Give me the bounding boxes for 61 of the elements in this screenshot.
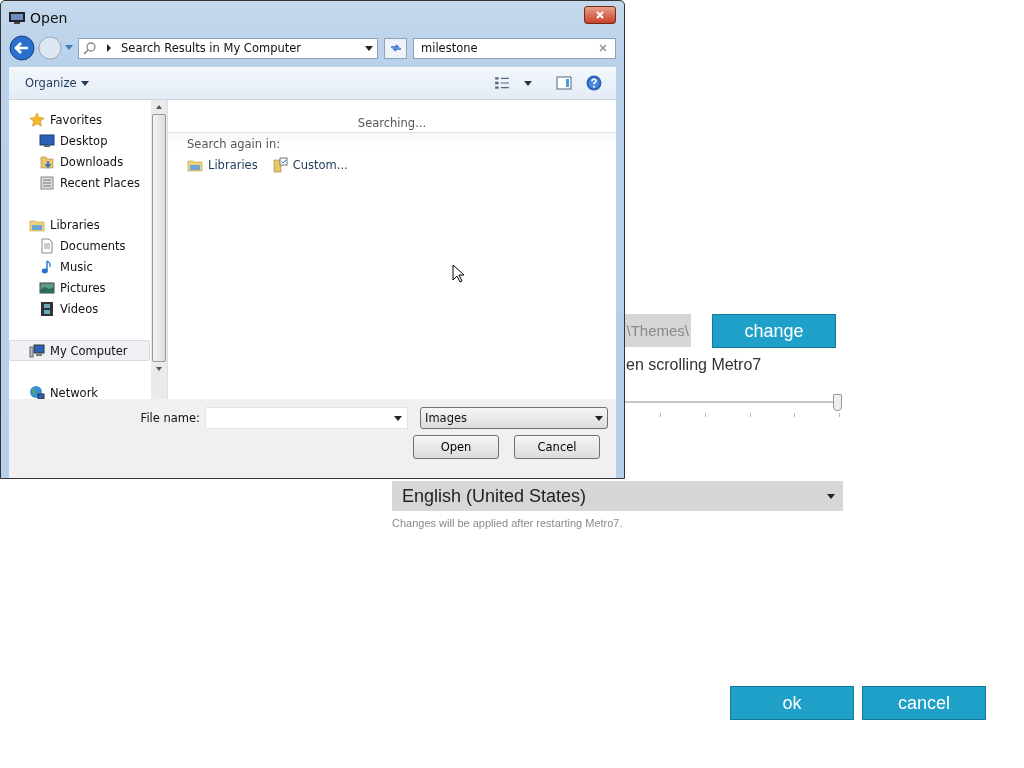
address-bar[interactable]: Search Results in My Computer xyxy=(78,37,378,59)
slider-thumb[interactable] xyxy=(832,394,842,411)
window-title: Open xyxy=(30,10,69,26)
view-list-icon[interactable] xyxy=(494,75,510,91)
close-icon xyxy=(595,10,605,20)
file-type-dropdown[interactable]: Images xyxy=(420,407,608,429)
history-caret-icon[interactable] xyxy=(65,45,73,51)
nav-item[interactable]: Music xyxy=(9,256,150,277)
back-button[interactable] xyxy=(9,35,35,61)
breadcrumb-arrow-icon xyxy=(107,44,111,52)
language-dropdown[interactable]: English (United States) xyxy=(392,481,843,511)
nav-item[interactable]: Documents xyxy=(9,235,150,256)
caret-icon xyxy=(394,415,402,421)
nav-item[interactable]: Pictures xyxy=(9,277,150,298)
desktop-icon xyxy=(39,132,55,149)
dropdown-caret-icon[interactable] xyxy=(365,45,373,51)
film-icon xyxy=(39,300,55,317)
file-name-label: File name: xyxy=(139,411,200,425)
nav-item[interactable]: Network xyxy=(9,382,150,399)
nav-item[interactable]: My Computer xyxy=(9,340,150,361)
breadcrumb[interactable]: Search Results in My Computer xyxy=(121,41,359,55)
search-field[interactable]: milestone xyxy=(413,37,616,59)
star-icon xyxy=(29,111,45,128)
network-globe-icon xyxy=(29,384,45,399)
nav-item[interactable]: Recent Places xyxy=(9,172,150,193)
pictures-icon xyxy=(39,279,55,296)
libraries-folder-icon xyxy=(187,157,203,173)
close-button[interactable] xyxy=(584,6,616,24)
app-window-icon xyxy=(9,11,25,25)
search-again-label: Search again in: xyxy=(187,137,282,151)
nav-item[interactable]: Desktop xyxy=(9,130,150,151)
document-icon xyxy=(39,237,55,254)
folder-icon xyxy=(39,153,55,170)
nav-item[interactable]: Libraries xyxy=(9,214,150,235)
caret-icon xyxy=(827,493,835,499)
organize-menu[interactable]: Organize xyxy=(25,76,89,90)
magnifier-icon xyxy=(83,41,97,55)
nav-item[interactable]: Favorites xyxy=(9,109,150,130)
help-icon[interactable] xyxy=(586,75,602,91)
option-label: en scrolling Metro7 xyxy=(626,356,763,374)
caret-icon xyxy=(80,80,89,86)
view-caret-icon[interactable] xyxy=(524,80,532,86)
nav-item[interactable]: Downloads xyxy=(9,151,150,172)
caret-icon xyxy=(595,415,603,421)
scrollbar[interactable] xyxy=(151,100,167,399)
dialog-button[interactable]: Open xyxy=(413,435,499,459)
clear-icon[interactable] xyxy=(599,44,607,52)
search-location-link[interactable]: Libraries xyxy=(187,157,258,173)
restart-note: Changes will be applied after restarting Metro7. xyxy=(392,517,624,529)
search-location-link[interactable]: Custom... xyxy=(271,157,348,173)
recent-places-icon xyxy=(39,174,55,191)
computer-icon xyxy=(29,342,45,359)
preview-pane-icon[interactable] xyxy=(556,75,572,91)
scroll-up-icon[interactable] xyxy=(156,105,162,109)
mouse-cursor-icon xyxy=(452,264,464,283)
file-name-field[interactable] xyxy=(205,407,408,429)
checked-folder-icon xyxy=(271,157,288,173)
refresh-button[interactable] xyxy=(384,37,407,59)
nav-item[interactable]: Videos xyxy=(9,298,150,319)
scroll-down-icon[interactable] xyxy=(156,367,162,371)
dialog-button[interactable]: Cancel xyxy=(514,435,600,459)
